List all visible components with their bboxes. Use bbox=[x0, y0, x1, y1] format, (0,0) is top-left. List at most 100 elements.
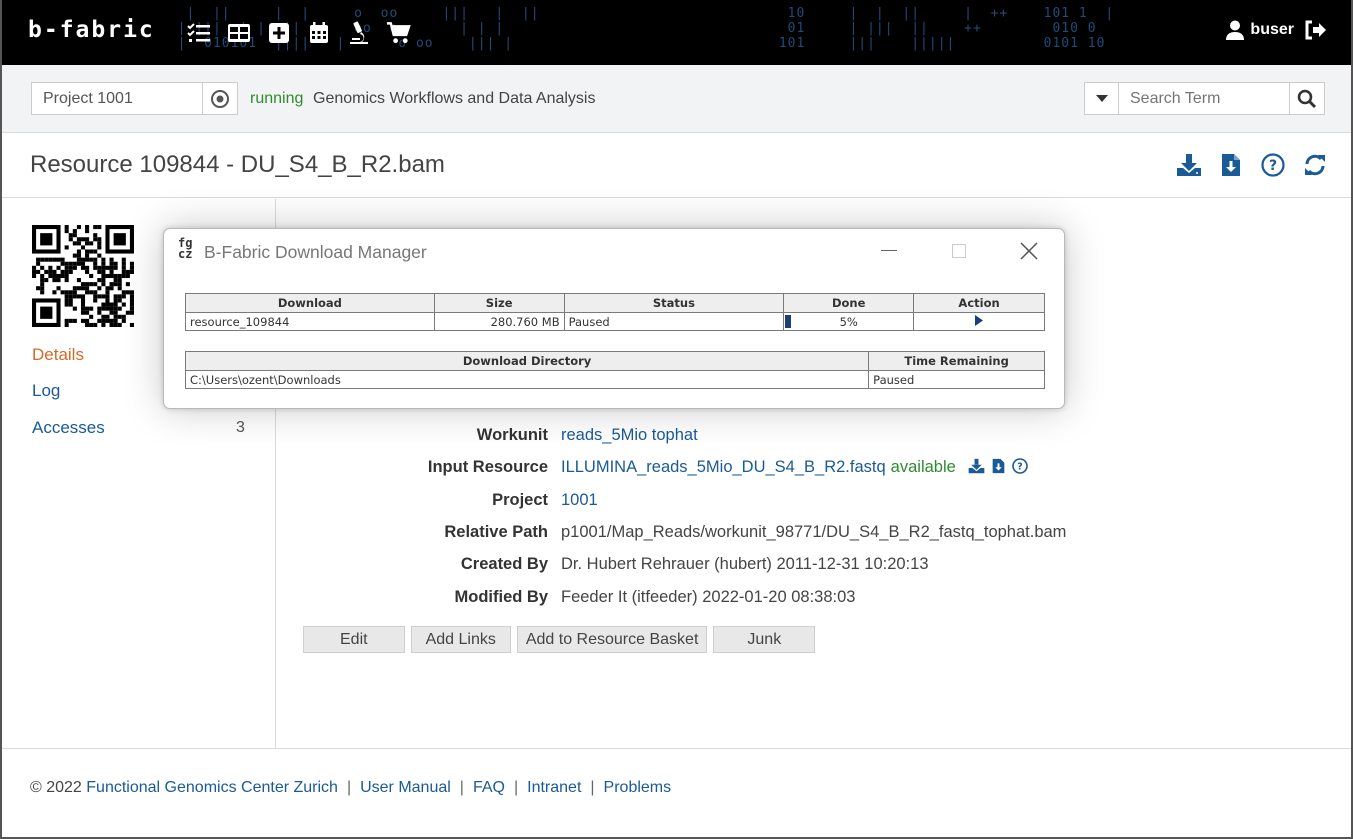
directory-table: Download Directory Time Remaining C:\Use… bbox=[184, 351, 1045, 389]
table-row: C:\Users\ozent\Downloads Paused bbox=[184, 370, 1045, 389]
project-bar: Project 1001 running Genomics Workflows … bbox=[2, 65, 1351, 133]
size-cell: 280.760 MB bbox=[433, 312, 565, 331]
download-name-cell: resource_109844 bbox=[185, 312, 435, 331]
project-name: Genomics Workflows and Data Analysis bbox=[313, 90, 596, 107]
sidebar-item-accesses[interactable]: Accesses bbox=[32, 418, 105, 438]
maximize-button[interactable] bbox=[939, 237, 979, 265]
footer-link-faq[interactable]: FAQ bbox=[473, 779, 505, 796]
accesses-count: 3 bbox=[236, 419, 245, 436]
junk-button[interactable]: Junk bbox=[713, 626, 816, 653]
fgcz-logo: fg cz bbox=[178, 236, 193, 261]
project-field[interactable]: Project 1001 bbox=[31, 82, 203, 115]
grid-icon[interactable] bbox=[226, 20, 251, 45]
search-icon bbox=[1297, 89, 1317, 108]
column-header-action[interactable]: Action bbox=[913, 293, 1045, 313]
detail-row-created-by: Created By Dr. Hubert Rehrauer (hubert) … bbox=[276, 555, 1276, 579]
time-remaining-cell: Paused bbox=[868, 370, 1045, 389]
progress-label: 5% bbox=[839, 314, 858, 329]
footer: © 2022 Functional Genomics Center Zurich… bbox=[2, 748, 1351, 837]
search-scope-dropdown[interactable] bbox=[1084, 82, 1119, 115]
plus-square-icon[interactable] bbox=[266, 20, 291, 45]
detail-row-modified-by: Modified By Feeder It (itfeeder) 2022-01… bbox=[276, 588, 1276, 612]
file-download-icon[interactable] bbox=[1217, 152, 1245, 178]
sidebar-item-log[interactable]: Log bbox=[32, 381, 60, 401]
input-resource-link[interactable]: ILLUMINA_reads_5Mio_DU_S4_B_R2.fastq bbox=[561, 458, 886, 476]
refresh-icon[interactable] bbox=[1301, 152, 1329, 178]
download-icon[interactable] bbox=[1175, 152, 1203, 178]
column-header-status[interactable]: Status bbox=[563, 293, 785, 313]
detail-row-workunit: Workunit reads_5Mio tophat bbox=[276, 426, 1276, 450]
copyright: © 2022 bbox=[30, 779, 82, 796]
created-by-value: Dr. Hubert Rehrauer (hubert) 2011-12-31 … bbox=[561, 555, 929, 573]
search-input[interactable] bbox=[1118, 82, 1290, 115]
close-button[interactable] bbox=[1009, 237, 1049, 265]
created-by-label: Created By bbox=[460, 555, 548, 573]
column-header-size[interactable]: Size bbox=[433, 293, 565, 313]
file-download-icon[interactable] bbox=[992, 458, 1005, 474]
page-header: Resource 109844 - DU_S4_B_R2.bam ? bbox=[2, 133, 1351, 198]
download-directory-cell[interactable]: C:\Users\ozent\Downloads bbox=[184, 370, 870, 389]
relative-path-value: p1001/Map_Reads/workunit_98771/DU_S4_B_R… bbox=[561, 523, 1067, 541]
search-button[interactable] bbox=[1289, 82, 1325, 115]
svg-text:?: ? bbox=[1269, 158, 1277, 174]
edit-button[interactable]: Edit bbox=[303, 626, 405, 653]
footer-link-problems[interactable]: Problems bbox=[604, 779, 672, 796]
user-icon bbox=[1226, 20, 1245, 40]
target-icon bbox=[211, 89, 229, 108]
footer-link-user-manual[interactable]: User Manual bbox=[360, 779, 451, 796]
column-header-done[interactable]: Done bbox=[783, 293, 915, 313]
project-link[interactable]: 1001 bbox=[561, 491, 598, 510]
table-row[interactable]: resource_109844 280.760 MB Paused 5% bbox=[185, 312, 1045, 331]
input-resource-value: ILLUMINA_reads_5Mio_DU_S4_B_R2.fastq avai… bbox=[561, 458, 1029, 477]
main-nav bbox=[186, 20, 411, 45]
play-icon[interactable] bbox=[974, 314, 984, 326]
detail-row-project: Project 1001 bbox=[276, 491, 1276, 515]
project-select-button[interactable] bbox=[202, 82, 238, 115]
detail-row-relative-path: Relative Path p1001/Map_Reads/workunit_9… bbox=[276, 523, 1276, 547]
tasks-icon[interactable] bbox=[186, 20, 211, 45]
footer-link-intranet[interactable]: Intranet bbox=[527, 779, 581, 796]
column-header-time-remaining[interactable]: Time Remaining bbox=[868, 351, 1045, 371]
minimize-button[interactable] bbox=[869, 237, 909, 265]
username: buser bbox=[1250, 21, 1294, 38]
progress-bar-fill bbox=[785, 315, 792, 328]
user-menu[interactable]: buser bbox=[1226, 20, 1326, 40]
workunit-link[interactable]: reads_5Mio tophat bbox=[561, 426, 698, 445]
logout-icon[interactable] bbox=[1304, 20, 1326, 40]
cart-icon[interactable] bbox=[386, 20, 411, 45]
input-resource-status: available bbox=[890, 458, 956, 476]
add-to-resource-basket-button[interactable]: Add to Resource Basket bbox=[516, 626, 708, 653]
page-actions: ? bbox=[1175, 152, 1329, 178]
column-header-directory[interactable]: Download Directory bbox=[184, 351, 870, 371]
add-links-button[interactable]: Add Links bbox=[410, 626, 511, 653]
help-icon[interactable]: ? bbox=[1259, 152, 1287, 178]
sidebar-item-details[interactable]: Details bbox=[32, 345, 84, 365]
modified-by-label: Modified By bbox=[454, 588, 549, 606]
footer-link-fgcz[interactable]: Functional Genomics Center Zurich bbox=[86, 779, 338, 796]
input-resource-label: Input Resource bbox=[427, 458, 548, 476]
status-cell: Paused bbox=[563, 312, 785, 331]
calendar-icon[interactable] bbox=[306, 20, 331, 45]
project-status: running bbox=[250, 90, 304, 107]
relative-path-label: Relative Path bbox=[444, 523, 548, 541]
download-icon[interactable] bbox=[968, 458, 985, 474]
microscope-icon[interactable] bbox=[346, 20, 371, 45]
modified-by-value: Feeder It (itfeeder) 2022-01-20 08:38:03 bbox=[561, 588, 856, 606]
top-navbar: | || | | o oo ||| | || | ||| | | || oo o… bbox=[0, 0, 1353, 65]
close-icon bbox=[1020, 242, 1038, 260]
action-buttons: Edit Add Links Add to Resource Basket Ju… bbox=[303, 626, 816, 653]
download-manager-dialog: fg cz B-Fabric Download Manager Download… bbox=[163, 228, 1065, 409]
page-title: Resource 109844 - DU_S4_B_R2.bam bbox=[30, 151, 445, 178]
project-label: Project bbox=[492, 491, 548, 509]
detail-row-input-resource: Input Resource ILLUMINA_reads_5Mio_DU_S4… bbox=[276, 458, 1276, 482]
column-header-download[interactable]: Download bbox=[185, 293, 435, 313]
minimize-icon bbox=[881, 250, 897, 251]
help-icon[interactable]: ? bbox=[1012, 458, 1029, 474]
b-fabric-logo[interactable]: b-fabric bbox=[28, 17, 155, 43]
dialog-title: B-Fabric Download Manager bbox=[204, 242, 427, 262]
downloads-table: Download Size Status Done Action resourc… bbox=[185, 293, 1045, 331]
workunit-label: Workunit bbox=[476, 426, 548, 444]
qr-code bbox=[32, 225, 134, 332]
maximize-icon bbox=[952, 244, 966, 258]
caret-down-icon bbox=[1095, 94, 1108, 102]
